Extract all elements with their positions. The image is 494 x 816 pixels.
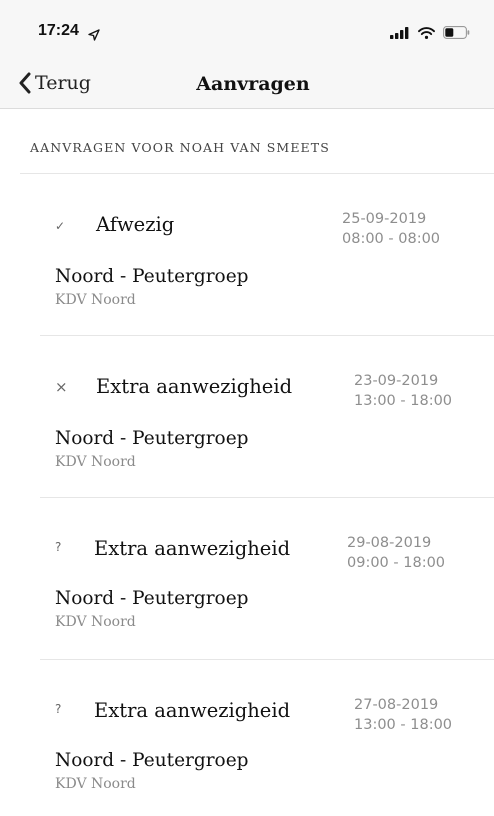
request-location: KDV Noord [55, 292, 136, 308]
request-location: KDV Noord [55, 454, 136, 470]
status-question-icon: ? [55, 702, 62, 716]
request-item[interactable]: ? Extra aanwezigheid 29-08-2019 09:00 - … [0, 498, 494, 660]
request-item[interactable]: ✓ Afwezig 25-09-2019 08:00 - 08:00 Noord… [0, 174, 494, 336]
request-time: 13:00 - 18:00 [354, 717, 453, 733]
request-date: 27-08-2019 [354, 697, 439, 713]
request-type: Afwezig [96, 213, 175, 236]
request-date: 29-08-2019 [347, 535, 432, 551]
status-check-icon: ✓ [55, 219, 66, 233]
request-location: KDV Noord [55, 614, 136, 630]
status-icons [390, 24, 470, 43]
request-item[interactable]: ? Extra aanwezigheid 27-08-2019 13:00 - … [0, 660, 494, 816]
cellular-signal-icon [390, 24, 410, 43]
request-time: 13:00 - 18:00 [354, 393, 453, 409]
battery-icon [443, 24, 470, 43]
request-location: KDV Noord [55, 776, 136, 792]
status-time: 17:24 [38, 22, 79, 39]
navigation-bar: Terug Aanvragen [0, 64, 494, 109]
status-question-icon: ? [55, 540, 62, 554]
request-group: Noord - Peutergroep [55, 266, 249, 287]
status-bar: 17:24 [0, 0, 494, 64]
request-date: 23-09-2019 [354, 373, 439, 389]
status-cross-icon: × [55, 378, 68, 396]
wifi-icon [418, 24, 435, 43]
request-type: Extra aanwezigheid [94, 699, 291, 722]
request-time: 09:00 - 18:00 [347, 555, 446, 571]
page-title: Aanvragen [196, 73, 310, 95]
request-item[interactable]: × Extra aanwezigheid 23-09-2019 13:00 - … [0, 336, 494, 498]
request-group: Noord - Peutergroep [55, 750, 249, 771]
request-group: Noord - Peutergroep [55, 588, 249, 609]
section-header: AANVRAGEN VOOR NOAH VAN SMEETS [30, 140, 330, 155]
request-time: 08:00 - 08:00 [342, 231, 441, 247]
request-group: Noord - Peutergroep [55, 428, 249, 449]
request-type: Extra aanwezigheid [96, 375, 293, 398]
location-arrow-icon [88, 26, 100, 45]
request-date: 25-09-2019 [342, 211, 427, 227]
request-type: Extra aanwezigheid [94, 537, 291, 560]
